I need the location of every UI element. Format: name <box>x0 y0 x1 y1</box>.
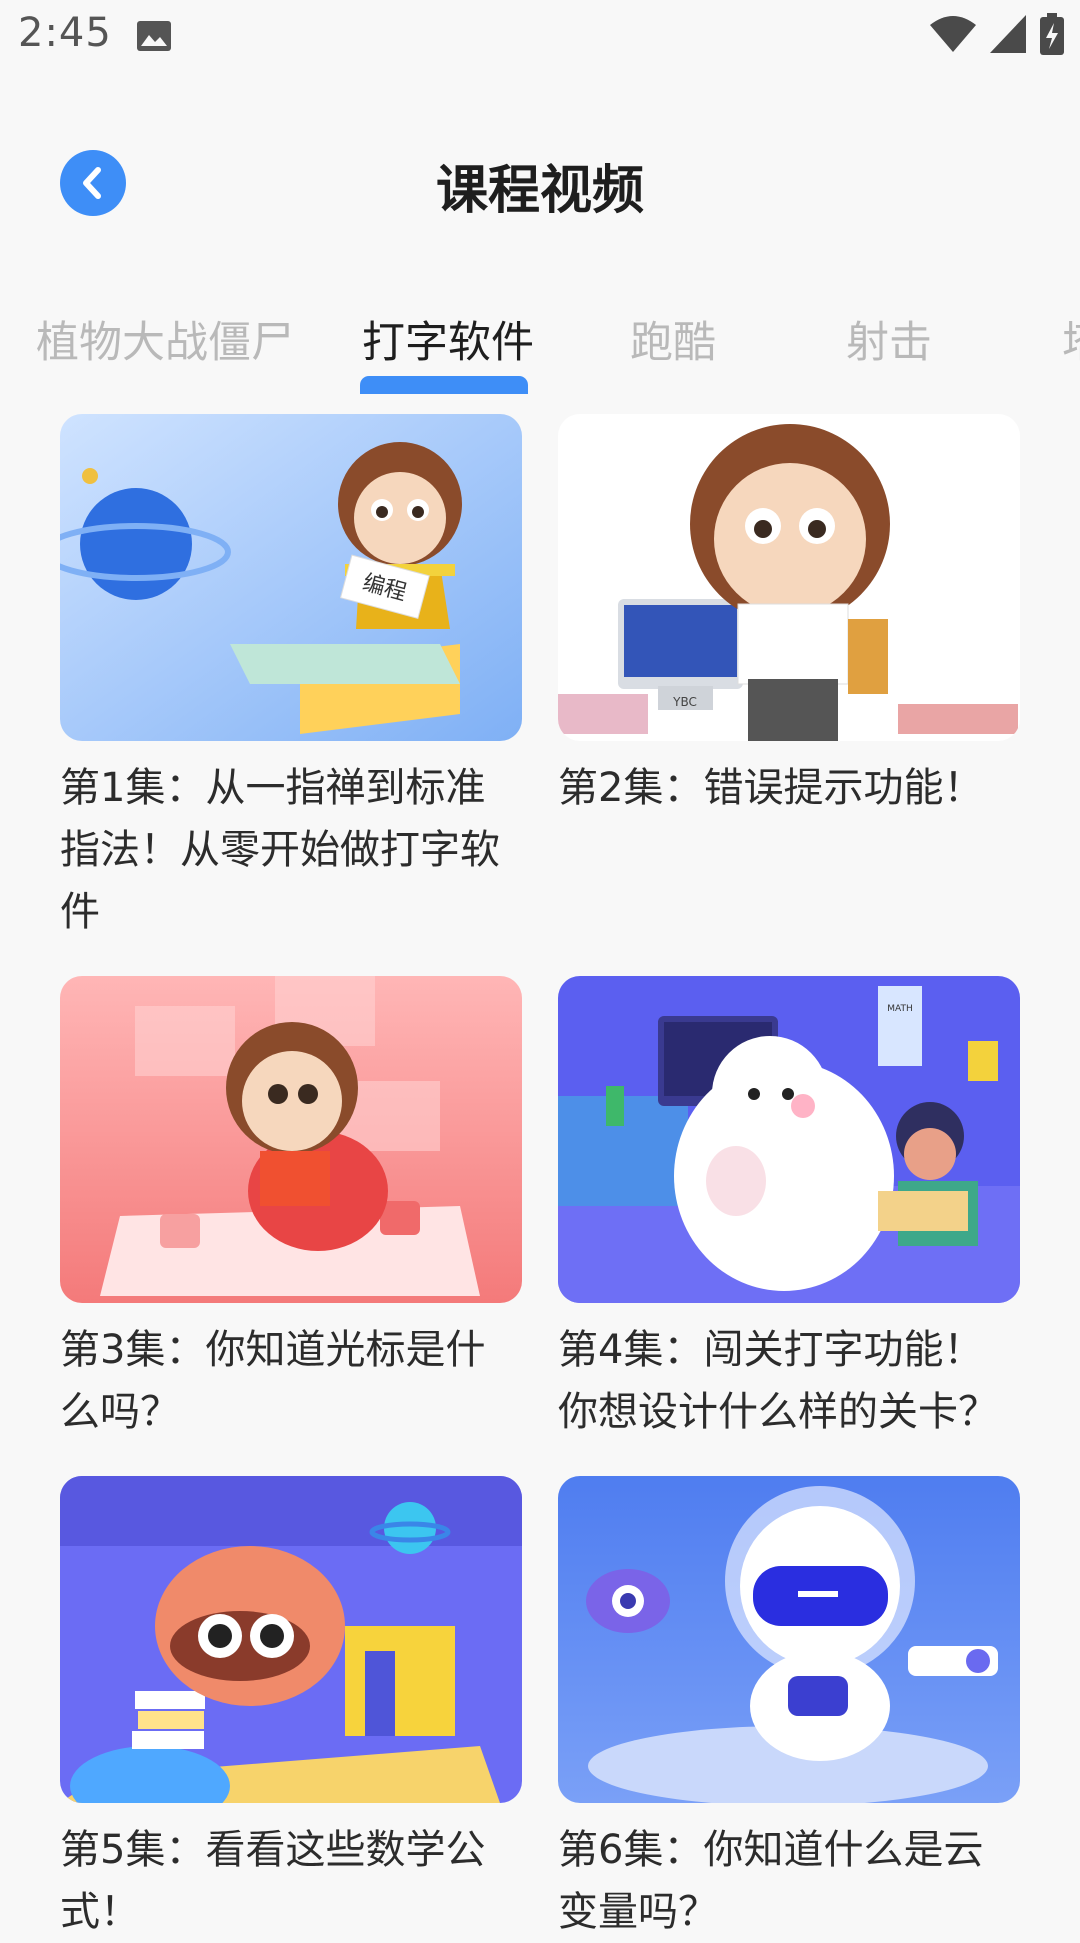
episode-title: 第3集：你知道光标是什么吗？ <box>60 1327 486 1435</box>
tab-plants-vs-zombies[interactable]: 植物大战僵尸 <box>36 308 294 370</box>
episode-card-4[interactable]: MATH 第4集：闯关打字功能！你想设计什么样的关卡？ <box>558 976 1020 1443</box>
page-title: 课程视频 <box>435 161 644 221</box>
episode-title: 第5集：看看这些数学公式！ <box>60 1827 486 1935</box>
status-time: 2:45 <box>18 10 112 56</box>
thumb-sign-text: YBC <box>672 695 697 709</box>
episode-card-3[interactable]: 第3集：你知道光标是什么吗？ <box>60 976 522 1443</box>
category-tabs: 植物大战僵尸 打字软件 跑酷 射击 塔 <box>0 300 1080 400</box>
episode-title: 第6集：你知道什么是云变量吗？ <box>558 1827 984 1935</box>
episode-title: 第4集：闯关打字功能！你想设计什么样的关卡？ <box>558 1327 998 1435</box>
episode-title: 第2集：错误提示功能！ <box>558 765 984 811</box>
status-bar: 2:45 <box>0 0 1080 72</box>
episode-thumbnail[interactable]: 编程 <box>60 414 522 741</box>
episode-card-5[interactable]: 第5集：看看这些数学公式！ <box>60 1476 522 1943</box>
tab-shooting[interactable]: 射击 <box>846 308 932 370</box>
episode-thumbnail[interactable] <box>60 1476 522 1803</box>
battery-charging-icon <box>1040 13 1064 59</box>
signal-icon <box>990 15 1026 57</box>
episode-card-2[interactable]: YBC 第2集：错误提示功能！ <box>558 414 1020 819</box>
active-tab-indicator <box>360 376 528 394</box>
tab-typing-software[interactable]: 打字软件 <box>362 308 534 370</box>
header: 课程视频 <box>0 120 1080 250</box>
episode-title: 第1集：从一指禅到标准指法！从零开始做打字软件 <box>60 765 500 935</box>
episode-thumbnail[interactable] <box>558 1476 1020 1803</box>
tab-partial-next[interactable]: 塔 <box>1062 308 1080 370</box>
episode-thumbnail[interactable] <box>60 976 522 1303</box>
tab-parkour[interactable]: 跑酷 <box>630 308 716 370</box>
episode-card-6[interactable]: 第6集：你知道什么是云变量吗？ <box>558 1476 1020 1943</box>
episode-thumbnail[interactable]: YBC <box>558 414 1020 741</box>
image-icon <box>136 20 172 52</box>
wifi-icon <box>930 15 976 57</box>
episode-thumbnail[interactable]: MATH <box>558 976 1020 1303</box>
thumb-sign-text: MATH <box>887 1004 913 1014</box>
episode-card-1[interactable]: 编程 第1集：从一指禅到标准指法！从零开始做打字软件 <box>60 414 522 943</box>
